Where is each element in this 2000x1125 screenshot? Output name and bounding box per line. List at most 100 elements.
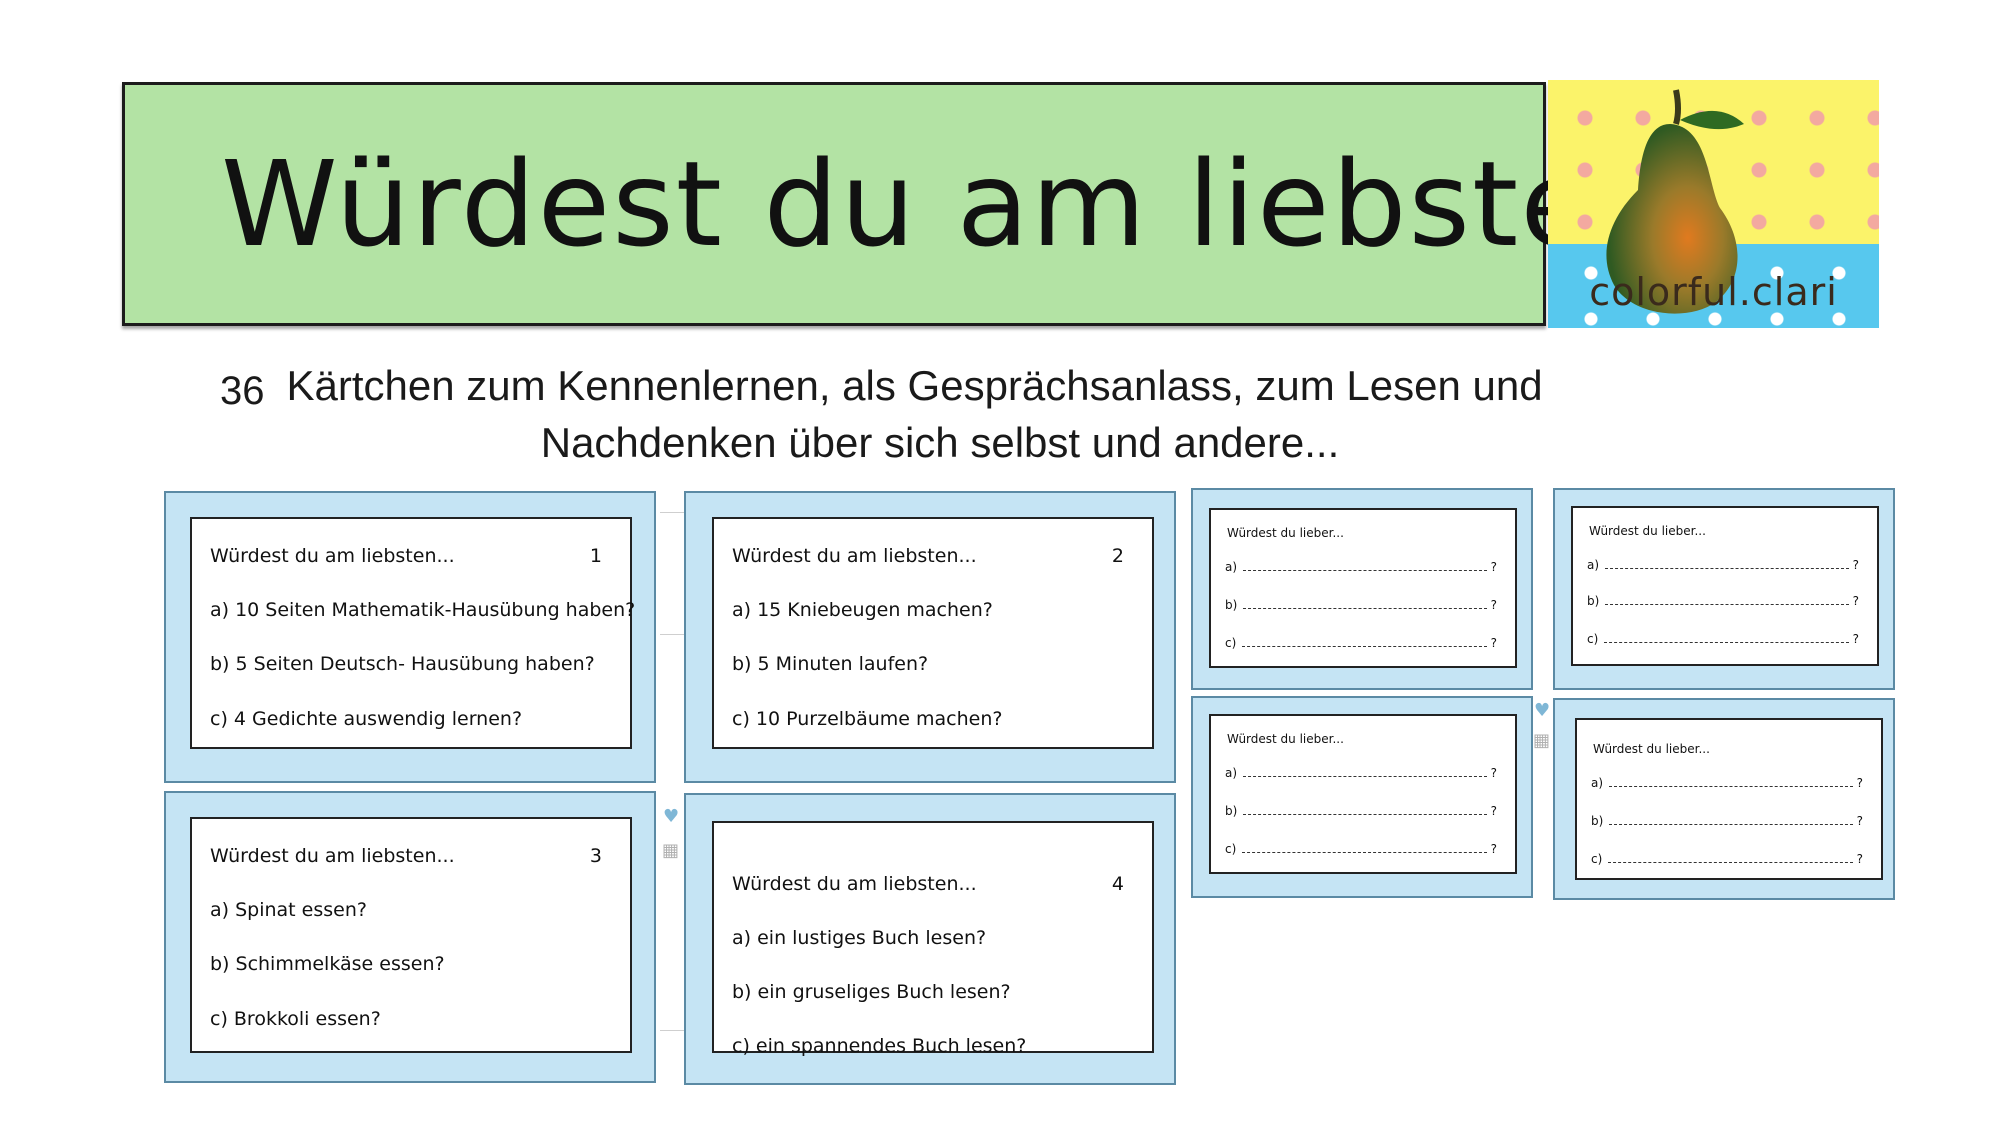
row-end: ? bbox=[1852, 632, 1859, 646]
option-c: c) Brokkoli essen? bbox=[210, 1008, 381, 1030]
card-header: Würdest du am liebsten... 3 bbox=[210, 845, 602, 867]
bird-icon: ♥ bbox=[1534, 700, 1551, 721]
question-card-3: Würdest du am liebsten... 3 a) Spinat es… bbox=[164, 791, 656, 1083]
answer-row-b: b)? bbox=[1225, 804, 1497, 818]
row-end: ? bbox=[1856, 814, 1863, 828]
answer-row-b: b)? bbox=[1225, 598, 1497, 612]
row-label: b) bbox=[1587, 594, 1600, 608]
card-title: Würdest du lieber... bbox=[1593, 742, 1710, 756]
blank-card-3: Würdest du lieber... a)? b)? c)? bbox=[1191, 696, 1533, 898]
subtitle: 36 Kärtchen zum Kennenlernen, als Gespräc… bbox=[220, 358, 1660, 471]
bird-icon: ♥ bbox=[663, 806, 680, 827]
card-title: Würdest du lieber... bbox=[1227, 732, 1344, 746]
answer-row-a: a)? bbox=[1225, 560, 1497, 574]
blank-line bbox=[1609, 785, 1853, 787]
card-header: Würdest du am liebsten... 2 bbox=[732, 545, 1124, 567]
option-a: a) Spinat essen? bbox=[210, 899, 367, 921]
card-number: 4 bbox=[1111, 873, 1124, 895]
logo: colorful.clari bbox=[1548, 80, 1879, 328]
row-end: ? bbox=[1490, 636, 1497, 650]
card-title: Würdest du lieber... bbox=[1589, 524, 1706, 538]
answer-row-b: b)? bbox=[1591, 814, 1863, 828]
answer-row-c: c)? bbox=[1225, 842, 1497, 856]
subtitle-line-1: 36 Kärtchen zum Kennenlernen, als Gespräc… bbox=[220, 358, 1660, 415]
row-label: a) bbox=[1587, 558, 1600, 572]
row-end: ? bbox=[1490, 766, 1497, 780]
card-number: 3 bbox=[589, 845, 602, 867]
row-label: a) bbox=[1225, 766, 1238, 780]
blank-line bbox=[1243, 569, 1487, 571]
option-a: a) ein lustiges Buch lesen? bbox=[732, 927, 987, 949]
blank-line bbox=[1604, 641, 1849, 643]
row-label: c) bbox=[1225, 842, 1237, 856]
card-content: Würdest du am liebsten... 3 a) Spinat es… bbox=[190, 817, 632, 1053]
row-label: a) bbox=[1591, 776, 1604, 790]
table-icon: ▦ bbox=[662, 840, 680, 861]
blank-card-4: Würdest du lieber... a)? b)? c)? bbox=[1553, 698, 1895, 900]
question-card-4: Würdest du am liebsten... 4 a) ein lusti… bbox=[684, 793, 1176, 1085]
row-end: ? bbox=[1490, 842, 1497, 856]
row-label: b) bbox=[1591, 814, 1604, 828]
card-title: Würdest du lieber... bbox=[1227, 526, 1344, 540]
divider-line bbox=[660, 512, 684, 513]
row-end: ? bbox=[1490, 560, 1497, 574]
row-label: c) bbox=[1225, 636, 1237, 650]
row-end: ? bbox=[1852, 594, 1859, 608]
subtitle-line-2: Nachdenken über sich selbst und andere..… bbox=[540, 419, 1340, 466]
answer-row-c: c)? bbox=[1225, 636, 1497, 650]
option-b: b) 5 Minuten laufen? bbox=[732, 653, 929, 675]
card-content: Würdest du am liebsten... 1 a) 10 Seiten… bbox=[190, 517, 636, 749]
blank-line bbox=[1242, 645, 1487, 647]
option-c: c) 10 Purzelbäume machen? bbox=[732, 708, 1003, 730]
row-end: ? bbox=[1856, 776, 1863, 790]
question-card-2: Würdest du am liebsten... 2 a) 15 Kniebe… bbox=[684, 491, 1176, 783]
card-title: Würdest du am liebsten... bbox=[210, 845, 455, 867]
question-card-1: Würdest du am liebsten... 1 a) 10 Seiten… bbox=[164, 491, 656, 783]
blank-card-2: Würdest du lieber... a)? b)? c)? bbox=[1553, 488, 1895, 690]
card-content: Würdest du lieber... a)? b)? c)? bbox=[1575, 718, 1883, 880]
answer-row-c: c)? bbox=[1587, 632, 1859, 646]
card-title: Würdest du am liebsten... bbox=[732, 873, 977, 895]
card-content: Würdest du lieber... a)? b)? c)? bbox=[1571, 506, 1879, 666]
row-label: c) bbox=[1587, 632, 1599, 646]
card-header: Würdest du am liebsten... 1 bbox=[210, 545, 602, 567]
answer-row-c: c)? bbox=[1591, 852, 1863, 866]
card-number: 2 bbox=[1111, 545, 1124, 567]
blank-card-1: Würdest du lieber... a)? b)? c)? bbox=[1191, 488, 1533, 690]
card-content: Würdest du lieber... a)? b)? c)? bbox=[1209, 714, 1517, 874]
card-content: Würdest du lieber... a)? b)? c)? bbox=[1209, 508, 1517, 668]
card-count: 36 bbox=[220, 369, 265, 413]
row-label: b) bbox=[1225, 598, 1238, 612]
option-c: c) 4 Gedichte auswendig lernen? bbox=[210, 708, 523, 730]
row-end: ? bbox=[1852, 558, 1859, 572]
option-c: c) ein spannendes Buch lesen? bbox=[732, 1035, 1027, 1057]
row-label: c) bbox=[1591, 852, 1603, 866]
option-b: b) 5 Seiten Deutsch- Hausübung haben? bbox=[210, 653, 595, 675]
row-end: ? bbox=[1856, 852, 1863, 866]
row-label: a) bbox=[1225, 560, 1238, 574]
option-a: a) 10 Seiten Mathematik-Hausübung haben? bbox=[210, 599, 636, 621]
blank-line bbox=[1605, 603, 1849, 605]
option-b: b) ein gruseliges Buch lesen? bbox=[732, 981, 1011, 1003]
option-b: b) Schimmelkäse essen? bbox=[210, 953, 445, 975]
divider-line bbox=[660, 634, 684, 635]
logo-text: colorful.clari bbox=[1589, 270, 1838, 314]
blank-line bbox=[1242, 851, 1487, 853]
answer-row-a: a)? bbox=[1591, 776, 1863, 790]
row-label: b) bbox=[1225, 804, 1238, 818]
option-a: a) 15 Kniebeugen machen? bbox=[732, 599, 993, 621]
divider-line bbox=[660, 1030, 684, 1031]
answer-row-a: a)? bbox=[1587, 558, 1859, 572]
answer-row-b: b)? bbox=[1587, 594, 1859, 608]
header-banner: Würdest du am liebsten... bbox=[122, 82, 1788, 326]
card-content: Würdest du am liebsten... 2 a) 15 Kniebe… bbox=[712, 517, 1154, 749]
row-end: ? bbox=[1490, 598, 1497, 612]
card-content: Würdest du am liebsten... 4 a) ein lusti… bbox=[712, 821, 1154, 1057]
card-title: Würdest du am liebsten... bbox=[210, 545, 455, 567]
subtitle-text-1: Kärtchen zum Kennenlernen, als Gesprächs… bbox=[286, 362, 1543, 409]
blank-line bbox=[1243, 813, 1487, 815]
table-icon: ▦ bbox=[1533, 730, 1551, 751]
card-header: Würdest du am liebsten... 4 bbox=[732, 873, 1124, 895]
blank-line bbox=[1609, 823, 1853, 825]
blank-line bbox=[1608, 861, 1853, 863]
